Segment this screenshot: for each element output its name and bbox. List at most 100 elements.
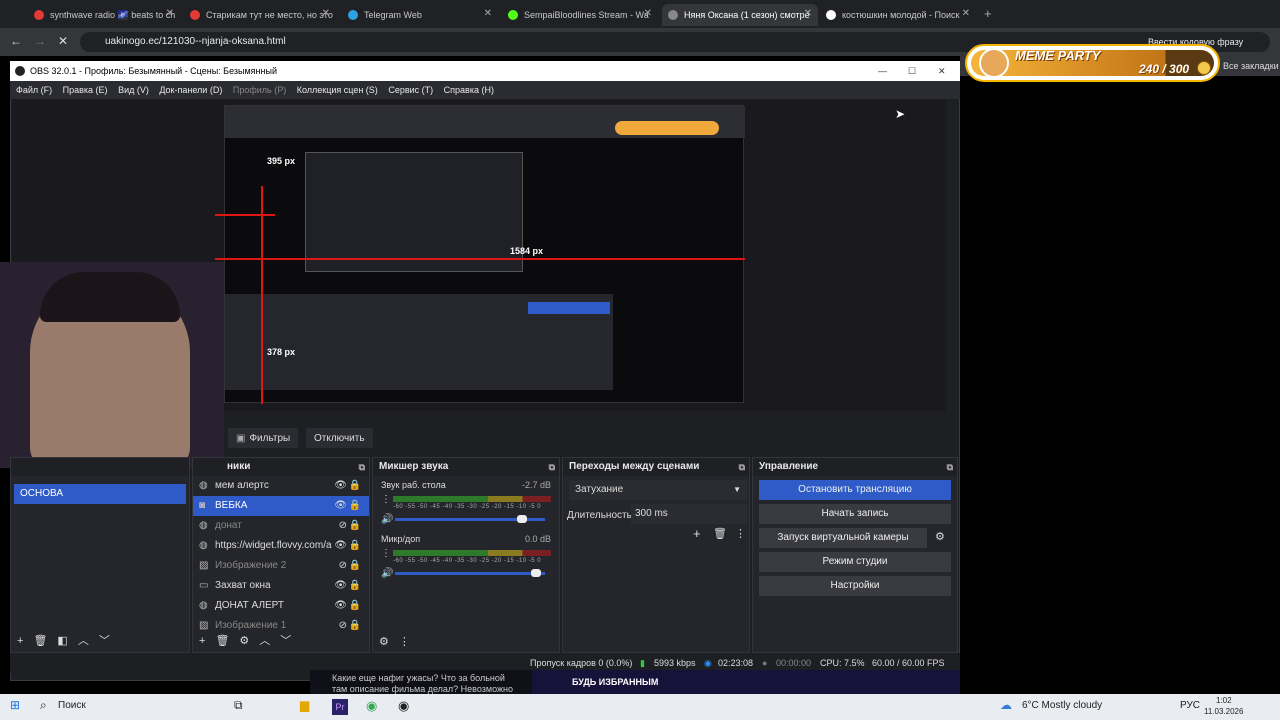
obs-taskbar-icon[interactable]: ◉ — [398, 698, 409, 714]
eye-hidden-icon[interactable]: ⊘ — [339, 516, 347, 536]
menu-scene-collection[interactable]: Коллекция сцен (S) — [297, 85, 378, 95]
eye-hidden-icon[interactable]: ⊘ — [339, 556, 347, 576]
gear-icon[interactable]: ⚙ — [379, 636, 389, 648]
lock-icon[interactable]: 🔒 — [349, 576, 361, 596]
source-item[interactable]: ▨ Изображение 2 ⊘ 🔒 — [193, 556, 369, 576]
browser-tab-2[interactable]: Старикам тут не место, но это ✕ — [184, 4, 336, 26]
close-icon[interactable]: ✕ — [644, 8, 652, 19]
virtual-camera-button[interactable]: Запуск виртуальной камеры — [759, 528, 927, 548]
menu-help[interactable]: Справка (H) — [444, 85, 494, 95]
close-window-icon[interactable]: ✕ — [938, 61, 946, 81]
stop-stream-button[interactable]: Остановить трансляцию — [759, 480, 951, 500]
up-icon[interactable]: ︿ — [259, 635, 270, 647]
menu-icon[interactable]: ⋮ — [399, 636, 410, 648]
new-tab-icon[interactable]: + — [984, 6, 992, 21]
eye-icon[interactable]: 👁 — [334, 476, 347, 496]
eye-hidden-icon[interactable]: ⊘ — [339, 616, 347, 636]
browser-tab-4[interactable]: SempaiBloodlines Stream - Wa ✕ — [502, 4, 658, 26]
add-icon[interactable]: + — [17, 635, 23, 647]
browser-tab-5[interactable]: Няня Оксана (1 сезон) смотре ✕ — [662, 4, 818, 26]
scene-item[interactable]: ОСНОВА — [14, 484, 186, 504]
disable-button[interactable]: Отключить — [306, 428, 373, 448]
eye-icon[interactable]: 👁 — [334, 536, 347, 556]
volume-fader[interactable] — [395, 569, 545, 577]
filter-icon[interactable]: ◧ — [57, 635, 67, 647]
menu-icon[interactable]: ⋮ — [735, 527, 746, 540]
gear-icon[interactable]: ⚙ — [239, 635, 249, 647]
close-icon[interactable]: ✕ — [484, 8, 492, 19]
transition-select[interactable]: Затухание ▼ — [569, 480, 747, 500]
source-item[interactable]: ◙ ВЕБКА 👁 🔒 — [193, 496, 369, 516]
source-item[interactable]: ◍ ДОНАТ АЛЕРТ 👁 🔒 — [193, 596, 369, 616]
channel-menu-icon[interactable]: ⋮ — [381, 548, 391, 559]
dock-pin-icon[interactable]: ⧉ — [359, 458, 365, 476]
browser-tab-1[interactable]: synthwave radio 🌌 beats to ch ✕ — [28, 4, 180, 26]
obs-menu-bar: Файл (F) Правка (E) Вид (V) Док-панели (… — [10, 81, 960, 99]
filters-button[interactable]: ▣ Фильтры — [228, 428, 299, 448]
trash-icon[interactable]: 🗑 — [215, 635, 229, 647]
volume-fader[interactable] — [395, 515, 545, 523]
start-recording-button[interactable]: Начать запись — [759, 504, 951, 524]
back-icon[interactable]: ← — [10, 34, 22, 48]
menu-edit[interactable]: Правка (E) — [63, 85, 108, 95]
up-icon[interactable]: ︿ — [78, 635, 89, 647]
browser-tab-3[interactable]: Telegram Web ✕ — [342, 4, 498, 26]
dock-pin-icon[interactable]: ⧉ — [549, 458, 555, 476]
search-icon[interactable]: ⌕ — [40, 698, 47, 713]
browser-tab-6[interactable]: костюшкин молодой - Поиск ✕ — [820, 4, 976, 26]
trash-icon[interactable]: 🗑 — [33, 635, 47, 647]
menu-profile[interactable]: Профиль (P) — [233, 85, 286, 95]
close-icon[interactable]: ✕ — [804, 8, 812, 19]
add-icon[interactable]: + — [693, 526, 701, 541]
down-icon[interactable]: ﹀ — [99, 635, 110, 647]
down-icon[interactable]: ﹀ — [280, 635, 291, 647]
dock-pin-icon[interactable]: ⧉ — [739, 458, 745, 476]
gear-icon[interactable]: ⚙ — [935, 530, 945, 543]
speaker-icon[interactable]: 🔊 — [381, 514, 393, 525]
close-icon[interactable]: ✕ — [322, 8, 330, 19]
channel-menu-icon[interactable]: ⋮ — [381, 494, 391, 505]
lock-icon[interactable]: 🔒 — [349, 476, 361, 496]
eye-icon[interactable]: 👁 — [334, 496, 347, 516]
source-item[interactable]: ▭ Захват окна 👁 🔒 — [193, 576, 369, 596]
eye-icon[interactable]: 👁 — [334, 576, 347, 596]
trash-icon[interactable]: 🗑 — [713, 527, 727, 540]
all-bookmarks[interactable]: Все закладки — [1223, 61, 1279, 71]
lock-icon[interactable]: 🔒 — [349, 496, 361, 516]
windows-start-icon[interactable]: ⊞ — [10, 698, 20, 712]
language-indicator[interactable]: РУС — [1180, 700, 1200, 711]
forward-icon[interactable]: → — [34, 34, 46, 48]
weather-text[interactable]: 6°C Mostly cloudy — [1022, 700, 1102, 711]
lock-icon[interactable]: 🔒 — [349, 616, 361, 636]
dock-pin-icon[interactable]: ⧉ — [947, 458, 953, 476]
minimize-icon[interactable]: — — [878, 61, 887, 81]
close-icon[interactable]: ✕ — [962, 8, 970, 19]
fader-knob[interactable] — [530, 569, 541, 577]
chrome-icon[interactable]: ◉ — [366, 698, 377, 714]
premiere-icon[interactable]: Pr — [332, 699, 348, 715]
speaker-icon[interactable]: 🔊 — [381, 568, 393, 579]
add-icon[interactable]: + — [199, 635, 205, 647]
menu-file[interactable]: Файл (F) — [16, 85, 52, 95]
lock-icon[interactable]: 🔒 — [349, 556, 361, 576]
explorer-icon[interactable]: ▆ — [300, 698, 309, 712]
fader-knob[interactable] — [517, 515, 527, 523]
lock-icon[interactable]: 🔒 — [349, 516, 361, 536]
duration-input[interactable]: 300 ms — [631, 504, 747, 524]
close-icon[interactable]: ✕ — [166, 8, 174, 19]
task-view-icon[interactable]: ⧉ — [234, 698, 243, 713]
lock-icon[interactable]: 🔒 — [349, 536, 361, 556]
stop-icon[interactable]: ✕ — [58, 34, 68, 48]
source-item[interactable]: ◍ мем алертс 👁 🔒 — [193, 476, 369, 496]
menu-view[interactable]: Вид (V) — [118, 85, 149, 95]
source-item[interactable]: ◍ https://widget.flovvy.com/a 👁 🔒 — [193, 536, 369, 556]
taskbar-search[interactable]: Поиск — [58, 700, 86, 711]
lock-icon[interactable]: 🔒 — [349, 596, 361, 616]
settings-button[interactable]: Настройки — [759, 576, 951, 596]
menu-docks[interactable]: Док-панели (D) — [159, 85, 222, 95]
source-item[interactable]: ◍ донат ⊘ 🔒 — [193, 516, 369, 536]
studio-mode-button[interactable]: Режим студии — [759, 552, 951, 572]
menu-tools[interactable]: Сервис (T) — [388, 85, 433, 95]
maximize-icon[interactable]: ☐ — [908, 61, 916, 81]
eye-icon[interactable]: 👁 — [334, 596, 347, 616]
